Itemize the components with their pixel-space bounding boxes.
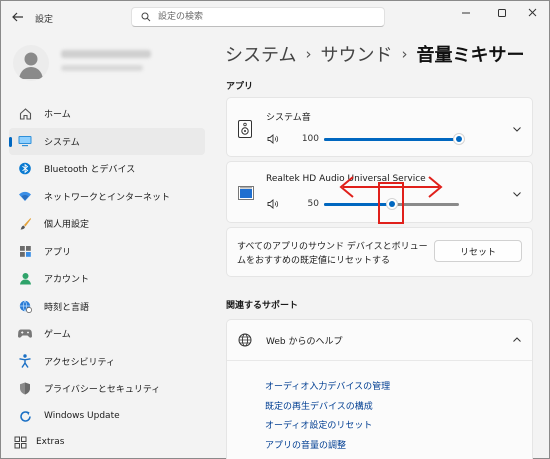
sidebar-item-label: ゲーム <box>44 330 71 341</box>
chevron-down-icon[interactable] <box>512 124 522 134</box>
sidebar-item-label: Bluetooth とデバイス <box>44 165 136 176</box>
accessibility-icon <box>18 354 32 369</box>
sidebar-item-system[interactable]: システム <box>9 127 205 155</box>
sidebar-item-label: 時刻と言語 <box>44 302 90 313</box>
app-card-realtek: Realtek HD Audio Universal Service 50 <box>226 161 533 223</box>
sidebar-item-extras[interactable]: Extras <box>9 429 205 455</box>
user-email-blurred <box>61 65 143 71</box>
sidebar-item-label: ホーム <box>44 110 71 121</box>
apps-heading: アプリ <box>226 82 254 92</box>
app-name: システム音 <box>266 113 311 123</box>
minimize-icon <box>462 12 470 14</box>
sidebar-item-time-language[interactable]: 時刻と言語 <box>9 293 205 321</box>
reset-description: すべてのアプリのサウンド デバイスとボリュームをおすすめの既定値にリセットする <box>237 242 428 266</box>
sidebar-item-label: Windows Update <box>44 411 120 422</box>
shield-icon <box>18 382 32 396</box>
search-icon <box>141 12 151 22</box>
volume-slider-fill <box>324 138 459 141</box>
sidebar-item-home[interactable]: ホーム <box>9 100 205 128</box>
title-bar: 設定 <box>1 1 549 35</box>
maximize-button[interactable] <box>492 6 512 20</box>
volume-value: 50 <box>307 199 319 209</box>
back-arrow-icon[interactable] <box>11 10 29 26</box>
sidebar-item-apps[interactable]: アプリ <box>9 238 205 266</box>
sidebar-item-accounts[interactable]: アカウント <box>9 265 205 293</box>
avatar[interactable] <box>13 45 49 81</box>
help-link-app-volume[interactable]: アプリの音量の調整 <box>265 437 390 457</box>
maximize-icon <box>498 9 506 17</box>
bluetooth-icon <box>18 162 32 176</box>
user-name-blurred <box>61 50 151 58</box>
help-link-reset-audio[interactable]: オーディオ設定のリセット <box>265 417 390 437</box>
breadcrumb-separator: › <box>401 45 408 63</box>
related-heading: 関連するサポート <box>226 301 299 311</box>
breadcrumb-separator: › <box>305 45 312 63</box>
app-window-icon <box>238 186 254 200</box>
sidebar-item-label: プライバシーとセキュリティ <box>44 385 161 396</box>
sidebar-item-label: システム <box>44 137 80 148</box>
close-button[interactable] <box>523 6 543 20</box>
home-icon <box>18 107 32 121</box>
extras-grid-icon <box>13 435 27 449</box>
chevron-down-icon[interactable] <box>512 189 522 199</box>
sidebar-item-network[interactable]: ネットワークとインターネット <box>9 183 205 211</box>
sidebar-item-label: ネットワークとインターネット <box>44 192 171 203</box>
help-link-input-devices[interactable]: オーディオ入力デバイスの管理 <box>265 378 390 398</box>
search-box[interactable] <box>131 7 385 27</box>
reset-button[interactable]: リセット <box>434 240 522 262</box>
sidebar-item-personalization[interactable]: 個人用設定 <box>9 210 205 238</box>
sidebar-item-privacy-security[interactable]: プライバシーとセキュリティ <box>9 375 205 403</box>
reset-card: すべてのアプリのサウンド デバイスとボリュームをおすすめの既定値にリセットする … <box>226 227 533 277</box>
apps-icon <box>18 244 32 258</box>
extras-label: Extras <box>36 437 65 447</box>
breadcrumb: システム › サウンド › 音量ミキサー <box>225 41 524 67</box>
app-name: Realtek HD Audio Universal Service <box>266 174 426 184</box>
globe-clock-icon <box>18 299 32 313</box>
volume-value: 100 <box>301 134 319 144</box>
system-icon <box>18 134 32 148</box>
minimize-button[interactable] <box>456 6 476 20</box>
volume-icon[interactable] <box>267 134 279 144</box>
volume-slider-fill <box>324 203 392 206</box>
volume-icon[interactable] <box>267 199 279 209</box>
help-header[interactable]: Web からのヘルプ <box>227 320 532 360</box>
help-title: Web からのヘルプ <box>266 337 343 347</box>
volume-slider-track[interactable] <box>324 138 459 141</box>
close-icon <box>528 8 537 17</box>
sidebar-item-label: 個人用設定 <box>44 220 90 231</box>
sidebar-item-label: アカウント <box>44 275 90 286</box>
app-title: 設定 <box>35 15 54 25</box>
sidebar-item-accessibility[interactable]: アクセシビリティ <box>9 348 205 376</box>
chevron-up-icon[interactable] <box>512 335 522 345</box>
breadcrumb-sound[interactable]: サウンド <box>320 41 392 67</box>
divider <box>227 360 532 361</box>
speaker-device-icon <box>238 120 252 138</box>
app-card-system-sounds: システム音 100 <box>226 97 533 157</box>
search-input[interactable] <box>158 10 373 24</box>
sidebar-nav: ホーム システム Bluetooth とデバイス ネットワークとインターネット … <box>9 100 205 430</box>
user-icon <box>19 52 43 79</box>
breadcrumb-system[interactable]: システム <box>225 41 296 67</box>
help-link-default-playback[interactable]: 既定の再生デバイスの構成 <box>265 398 390 418</box>
sidebar-item-bluetooth[interactable]: Bluetooth とデバイス <box>9 155 205 183</box>
globe-icon <box>238 333 252 347</box>
network-icon <box>18 189 32 203</box>
update-icon <box>18 409 32 423</box>
sidebar-item-label: アプリ <box>44 247 72 258</box>
help-card: Web からのヘルプ オーディオ入力デバイスの管理 既定の再生デバイスの構成 オ… <box>226 319 533 459</box>
sidebar-item-gaming[interactable]: ゲーム <box>9 320 205 348</box>
page-title: 音量ミキサー <box>416 45 525 66</box>
brush-icon <box>18 217 32 231</box>
sidebar-item-windows-update[interactable]: Windows Update <box>9 403 205 431</box>
volume-slider-thumb[interactable] <box>385 198 398 210</box>
volume-slider-thumb[interactable] <box>453 133 465 145</box>
gamepad-icon <box>18 327 32 341</box>
account-icon <box>18 272 32 286</box>
sidebar-item-label: アクセシビリティ <box>44 357 116 368</box>
help-links: オーディオ入力デバイスの管理 既定の再生デバイスの構成 オーディオ設定のリセット… <box>265 378 390 456</box>
